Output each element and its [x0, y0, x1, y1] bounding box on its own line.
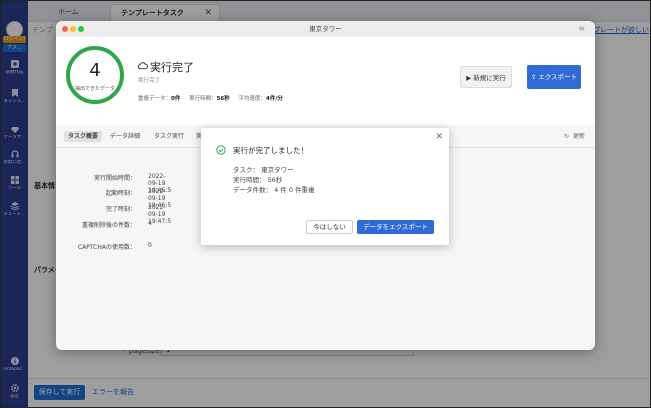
time-value: 56秒: [216, 96, 230, 102]
extracted-count: 4: [89, 60, 101, 81]
info-label: 実行開始時間：: [93, 175, 136, 182]
speed-value: 4件/分: [266, 96, 283, 102]
run-summary-panel: 4 抽出できたデータ 実行完了 実行完了 重複データ：0件 実行時間：56秒 平…: [56, 37, 595, 125]
dup-label: 重複データ：: [138, 96, 172, 102]
dialog-time-line: 実行時間： 56秒: [233, 176, 283, 184]
completion-dialog: ✕ 実行が完了しました！ タスク： 東京タワー 実行時間： 56秒 データ件数：…: [201, 128, 449, 245]
info-label: 起動時刻：: [105, 190, 136, 197]
dup-value: 0件: [171, 96, 181, 102]
info-label: CAPTCHAの使用数：: [77, 244, 136, 251]
tab-data-detail[interactable]: データ詳細: [106, 131, 144, 142]
export-label: エクスポート: [538, 73, 578, 81]
extracted-caption: 抽出できたデータ: [74, 86, 115, 92]
info-value: 0: [148, 242, 152, 249]
refresh-label: 更新: [572, 133, 585, 140]
cloud-icon: [137, 62, 148, 70]
export-button[interactable]: ⇪ エクスポート: [527, 65, 581, 89]
export-data-button[interactable]: データをエクスポート: [357, 220, 434, 234]
dialog-task-line: タスク： 東京タワー: [233, 166, 294, 174]
run-again-button[interactable]: ▶ 新規に実行: [460, 66, 512, 88]
run-again-label: 新規に実行: [473, 74, 506, 82]
status-subtitle: 実行完了: [138, 78, 161, 84]
run-stats: 重複データ：0件 実行時間：56秒 平均速度：4件/分: [138, 94, 283, 102]
upload-icon: ⇪: [530, 73, 537, 81]
refresh-icon: ↻: [564, 133, 570, 140]
refresh-button[interactable]: ↻ 更新: [564, 131, 585, 140]
check-circle-icon: [216, 145, 226, 155]
extracted-count-ring: 4 抽出できたデータ: [66, 46, 124, 104]
speed-label: 平均速度：: [238, 96, 267, 102]
status-title: 実行完了: [150, 61, 194, 74]
time-label: 実行時間：: [189, 96, 217, 102]
tab-task-overview[interactable]: タスク概要: [64, 131, 103, 142]
app-frame: ログイン! アメ... 新規作成 ダッシュ... データサ... お問い合...…: [0, 0, 651, 408]
menu-icon[interactable]: ≡: [578, 24, 585, 33]
tab-task-run[interactable]: タスク実行: [150, 131, 188, 142]
info-label: 重複削除後の件数：: [81, 222, 136, 229]
window-titlebar: 東京タワー ≡: [56, 21, 595, 38]
window-title: 東京タワー: [309, 25, 342, 33]
info-value: 4: [148, 220, 152, 227]
not-now-button[interactable]: 今はしない: [306, 220, 353, 234]
info-label: 完了時刻：: [105, 206, 136, 213]
dialog-count-line: データ件数： 4 件 0 件重複: [233, 186, 315, 194]
play-icon: ▶: [466, 74, 472, 82]
close-icon[interactable]: ✕: [435, 132, 443, 142]
dialog-title: 実行が完了しました！: [233, 146, 308, 155]
